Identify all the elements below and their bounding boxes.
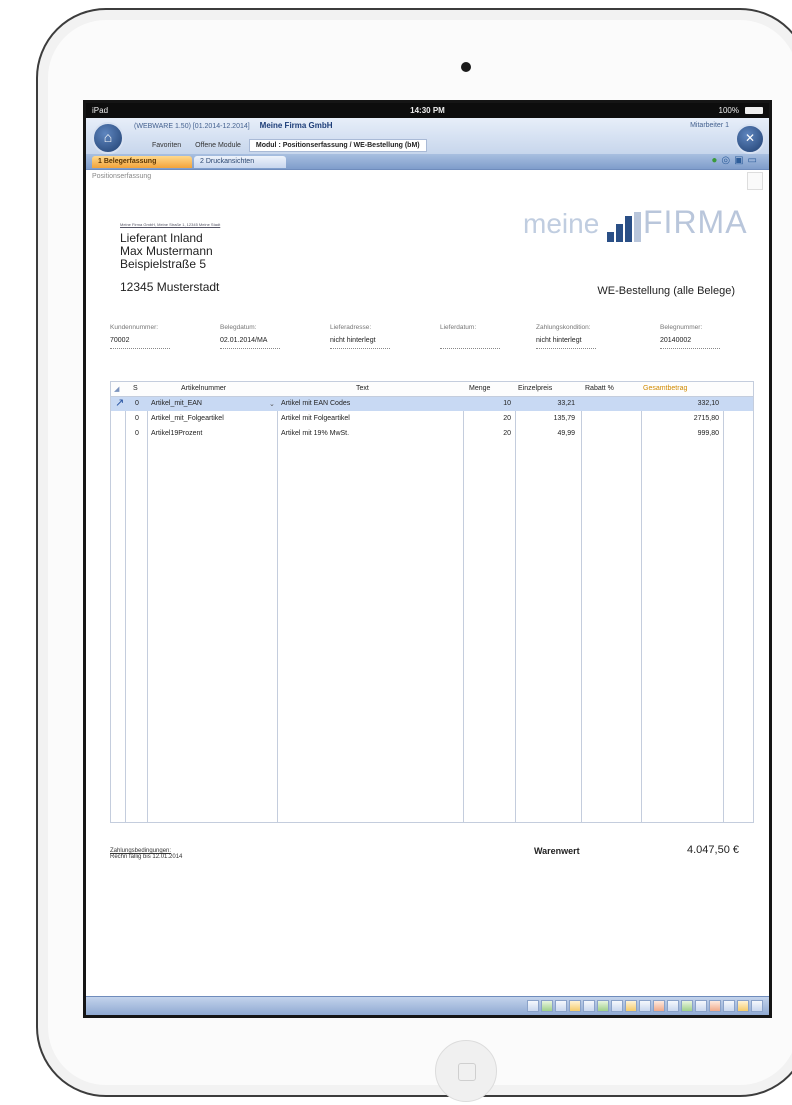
tool-button[interactable] xyxy=(625,1000,637,1012)
tool-button[interactable] xyxy=(569,1000,581,1012)
tool-button[interactable] xyxy=(541,1000,553,1012)
field-label: Kundennummer: xyxy=(110,324,159,331)
table-row[interactable]: ↗ 0 Artikel_mit_EAN ⌄ Artikel mit EAN Co… xyxy=(111,397,753,411)
payment-terms-text: Rechn fällig bis 12.01.2014 xyxy=(110,854,183,860)
print-icon[interactable]: ▣ xyxy=(734,155,747,166)
tool-button[interactable] xyxy=(583,1000,595,1012)
tool-button[interactable] xyxy=(639,1000,651,1012)
page-icon[interactable] xyxy=(747,172,763,190)
warenwert-total: 4.047,50 € xyxy=(687,844,739,856)
refresh-icon[interactable]: ● xyxy=(711,155,721,166)
field-label: Belegdatum: xyxy=(220,324,257,331)
battery-icon xyxy=(745,107,763,114)
dropdown-icon[interactable]: ⌄ xyxy=(269,400,275,408)
tool-button[interactable] xyxy=(737,1000,749,1012)
main-menu: Favoriten Offene Module Modul : Position… xyxy=(146,139,427,152)
menu-favoriten[interactable]: Favoriten xyxy=(146,140,187,151)
tool-button[interactable] xyxy=(555,1000,567,1012)
col-header-rabatt[interactable]: Rabatt % xyxy=(585,385,614,392)
document-title: WE-Bestellung (alle Belege) xyxy=(597,285,735,297)
screen: iPad 14:30 PM 100% ⌂ (WEBWARE 1.50) [01.… xyxy=(83,100,772,1018)
recipient-address: Lieferant Inland Max Mustermann Beispiel… xyxy=(120,232,219,294)
field-value[interactable]: nicht hinterlegt xyxy=(330,337,390,344)
field-label: Zahlungskondition: xyxy=(536,324,591,331)
home-button[interactable] xyxy=(435,1040,497,1102)
menu-offene-module[interactable]: Offene Module xyxy=(189,140,247,151)
field-value[interactable]: 20140002 xyxy=(660,337,720,344)
field-label: Lieferadresse: xyxy=(330,324,372,331)
menu-active-module[interactable]: Modul : Positionserfassung / WE-Bestellu… xyxy=(248,139,427,152)
company-name: Meine Firma GmbH xyxy=(259,121,333,130)
app-window: ⌂ (WEBWARE 1.50) [01.2014-12.2014] Meine… xyxy=(86,118,769,1015)
period-label: (WEBWARE 1.50) [01.2014-12.2014] xyxy=(134,123,250,130)
header-field-belegnummer: Belegnummer: 20140002 xyxy=(660,324,720,349)
breadcrumb: Positionserfassung xyxy=(92,173,152,180)
close-icon[interactable]: ✕ xyxy=(735,124,765,154)
address-city: 12345 Musterstadt xyxy=(120,280,220,294)
help-icon[interactable]: ◎ xyxy=(721,155,734,166)
logo-suffix: FIRMA xyxy=(643,204,748,240)
field-value[interactable]: nicht hinterlegt xyxy=(536,337,596,344)
tab-druckansichten[interactable]: 2 Druckansichten xyxy=(194,156,286,168)
field-value[interactable] xyxy=(440,337,500,344)
table-row[interactable]: 0 Artikel_mit_Folgeartikel Artikel mit F… xyxy=(111,412,753,426)
logo-bars-icon xyxy=(607,212,641,242)
tool-button[interactable] xyxy=(751,1000,763,1012)
tool-button[interactable] xyxy=(709,1000,721,1012)
sender-line: Meine Firma GmbH, Meine Straße 1, 12345 … xyxy=(120,222,221,227)
field-label: Lieferdatum: xyxy=(440,324,477,331)
col-header-gesamtbetrag[interactable]: Gesamtbetrag xyxy=(643,385,687,392)
col-header-text[interactable]: Text xyxy=(356,385,369,392)
positions-table: ◢ S Artikelnummer Text Menge Einzelpreis… xyxy=(110,381,754,823)
tool-button[interactable] xyxy=(667,1000,679,1012)
field-label: Belegnummer: xyxy=(660,324,703,331)
battery-percent: 100% xyxy=(718,106,739,115)
bottom-toolbar xyxy=(86,996,769,1015)
document-area: Positionserfassung Meine Firma GmbH, Mei… xyxy=(86,170,769,990)
tool-button[interactable] xyxy=(723,1000,735,1012)
field-value[interactable]: 70002 xyxy=(110,337,170,344)
tool-button[interactable] xyxy=(597,1000,609,1012)
header-field-belegdatum: Belegdatum: 02.01.2014/MA xyxy=(220,324,280,349)
col-header-s[interactable]: S xyxy=(133,385,138,392)
window-title: (WEBWARE 1.50) [01.2014-12.2014] Meine F… xyxy=(134,121,333,130)
tool-button[interactable] xyxy=(695,1000,707,1012)
col-header-einzelpreis[interactable]: Einzelpreis xyxy=(518,385,552,392)
header-field-zahlungskondition: Zahlungskondition: nicht hinterlegt xyxy=(536,324,596,349)
header-field-lieferdatum: Lieferdatum: xyxy=(440,324,500,349)
tab-bar: 1 Belegerfassung 2 Druckansichten ●◎▣▭ xyxy=(86,154,769,170)
window-icon[interactable]: ▭ xyxy=(748,155,761,166)
user-label: Mitarbeiter 1 xyxy=(690,122,729,129)
warenwert-label: Warenwert xyxy=(534,846,580,856)
action-buttons xyxy=(527,1000,763,1012)
select-all-icon[interactable]: ◢ xyxy=(114,385,119,393)
home-icon[interactable]: ⌂ xyxy=(92,122,124,154)
col-header-menge[interactable]: Menge xyxy=(469,385,490,392)
camera-icon xyxy=(461,62,471,72)
status-bar: iPad 14:30 PM 100% xyxy=(86,103,769,118)
current-row-arrow-icon: ↗ xyxy=(115,397,125,409)
table-row[interactable]: 0 Artikel19Prozent Artikel mit 19% MwSt.… xyxy=(111,427,753,441)
tool-button[interactable] xyxy=(653,1000,665,1012)
field-value[interactable]: 02.01.2014/MA xyxy=(220,337,280,344)
clock: 14:30 PM xyxy=(410,106,445,115)
tab-belegerfassung[interactable]: 1 Belegerfassung xyxy=(92,156,192,168)
tool-button[interactable] xyxy=(611,1000,623,1012)
col-header-artikelnummer[interactable]: Artikelnummer xyxy=(181,385,226,392)
header-field-kundennummer: Kundennummer: 70002 xyxy=(110,324,170,349)
header-field-lieferadresse: Lieferadresse: nicht hinterlegt xyxy=(330,324,390,349)
payment-terms: Zahlungsbedingungen: Rechn fällig bis 12… xyxy=(110,848,182,860)
toolbar-icons: ●◎▣▭ xyxy=(711,155,761,166)
tool-button[interactable] xyxy=(681,1000,693,1012)
tool-button[interactable] xyxy=(527,1000,539,1012)
title-bar: ⌂ (WEBWARE 1.50) [01.2014-12.2014] Meine… xyxy=(86,118,769,155)
address-line: Beispielstraße 5 xyxy=(120,257,207,271)
table-header: ◢ S Artikelnummer Text Menge Einzelpreis… xyxy=(111,382,753,397)
logo-prefix: meine xyxy=(523,208,600,239)
